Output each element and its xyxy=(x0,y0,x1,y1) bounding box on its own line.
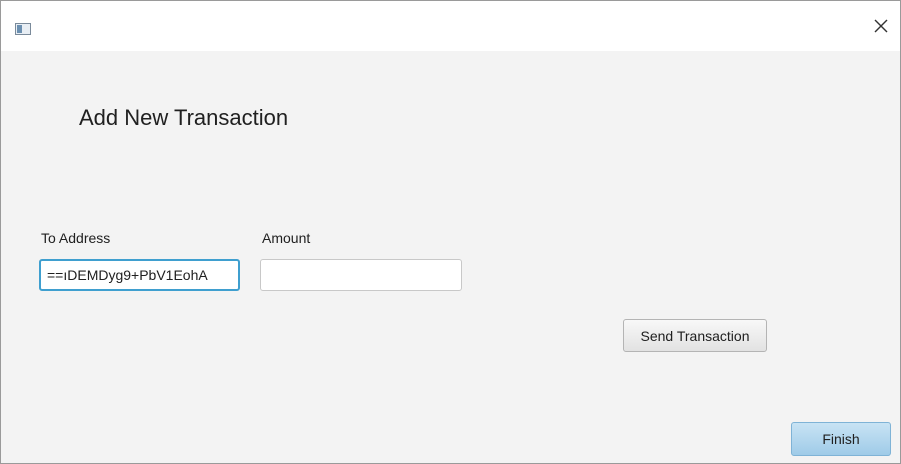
to-address-label: To Address xyxy=(41,230,111,246)
amount-input[interactable] xyxy=(260,259,462,291)
close-icon xyxy=(874,19,888,38)
amount-label: Amount xyxy=(262,230,311,246)
to-address-input[interactable] xyxy=(39,259,240,291)
app-window-icon xyxy=(15,22,31,35)
close-button[interactable] xyxy=(866,13,896,43)
transaction-window: Add New Transaction To Address Amount Se… xyxy=(0,0,901,464)
finish-button[interactable]: Finish xyxy=(791,422,891,456)
title-bar xyxy=(1,1,900,51)
page-title: Add New Transaction xyxy=(79,105,289,130)
send-transaction-button[interactable]: Send Transaction xyxy=(623,319,767,352)
